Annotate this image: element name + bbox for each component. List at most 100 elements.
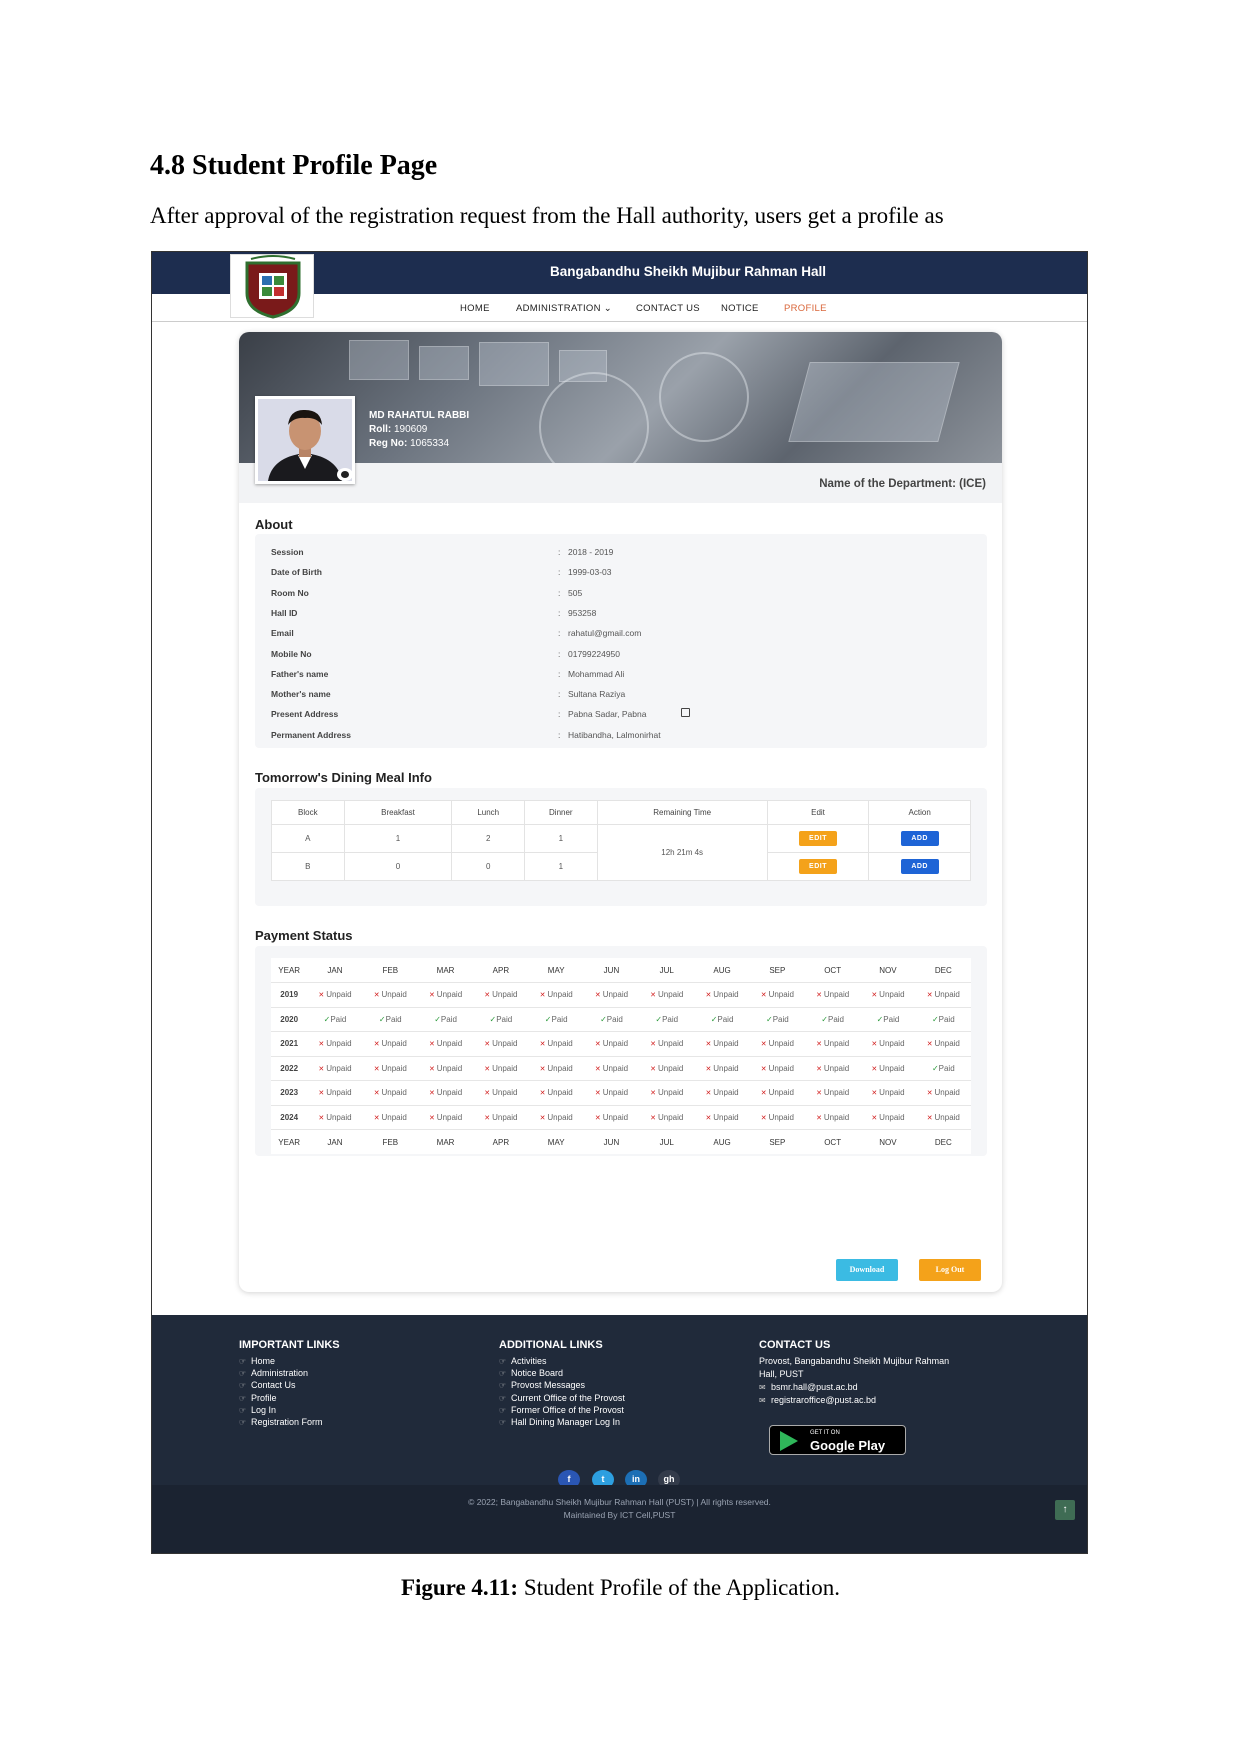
footer-link[interactable]: ☞ Provost Messages: [499, 1380, 585, 1390]
nav-profile[interactable]: PROFILE: [784, 303, 827, 314]
footer-link[interactable]: ☞ Home: [239, 1356, 275, 1366]
payment-row: 2019 Unpaid Unpaid Unpaid Unpaid Unpaid Unpaid…: [271, 982, 971, 1008]
month-header: MAY: [547, 1137, 565, 1147]
month-header: DEC: [915, 958, 971, 983]
payment-status-cell: Unpaid: [528, 982, 584, 1008]
unpaid-status: Unpaid: [761, 1039, 794, 1048]
payment-year: 2023: [271, 1080, 308, 1106]
payment-status-cell: Unpaid: [694, 1080, 750, 1106]
unpaid-status: Unpaid: [484, 1064, 517, 1073]
year-header: YEAR: [271, 958, 308, 983]
footer-link-text: Current Office of the Provost: [511, 1392, 625, 1403]
payment-year: 2024: [271, 1105, 308, 1130]
unpaid-status: Unpaid: [429, 1113, 462, 1122]
about-value: 01799224950: [568, 648, 621, 659]
nav-home[interactable]: HOME: [460, 303, 490, 314]
scroll-to-top-button[interactable]: ↑: [1055, 1500, 1075, 1520]
paid-status: Paid: [545, 1015, 568, 1024]
unpaid-status: Unpaid: [705, 990, 738, 999]
unpaid-status: Unpaid: [318, 1113, 351, 1122]
footer-link[interactable]: ☞ Profile: [239, 1393, 277, 1403]
hand-pointer-icon: ☞: [239, 1405, 247, 1415]
about-value: 505: [568, 587, 583, 598]
about-panel: Session:2018 - 2019 Date of Birth:1999-03…: [255, 534, 987, 748]
unpaid-status: Unpaid: [484, 1088, 517, 1097]
nav-administration-label: ADMINISTRATION: [516, 303, 601, 314]
edit-meal-button[interactable]: EDIT: [799, 859, 838, 874]
footer-link[interactable]: ☞ Current Office of the Provost: [499, 1393, 625, 1403]
edit-meal-button[interactable]: EDIT: [799, 831, 838, 846]
edit-address-icon[interactable]: [681, 708, 690, 718]
footer-link[interactable]: ☞ Hall Dining Manager Log In: [499, 1417, 620, 1427]
payment-status-cell: Unpaid: [860, 982, 916, 1008]
add-meal-button[interactable]: ADD: [900, 859, 939, 874]
hand-pointer-icon: ☞: [239, 1357, 247, 1366]
gplay-small-text: GET IT ON: [810, 1430, 840, 1436]
nav-administration[interactable]: ADMINISTRATION ⌄: [516, 303, 612, 314]
document-heading: 4.8 Student Profile Page: [150, 150, 438, 181]
download-button[interactable]: Download: [836, 1259, 898, 1281]
payment-status-cell: Unpaid: [860, 1056, 916, 1081]
meal-cell-block: B: [271, 852, 345, 881]
unpaid-status: Unpaid: [429, 1039, 462, 1048]
footer-link-text: Home: [251, 1356, 276, 1366]
contact-email-2[interactable]: ✉ registraroffice@pust.ac.bd: [759, 1395, 876, 1405]
about-row: Email: rahatul@gmail.com: [271, 628, 971, 644]
payment-status-cell: Paid: [749, 1007, 805, 1032]
payment-status-cell: Unpaid: [639, 1056, 695, 1081]
envelope-icon: ✉: [759, 1396, 766, 1405]
about-row: Date of Birth:1999-03-03: [271, 567, 971, 583]
footer-link[interactable]: ☞ Administration: [239, 1368, 308, 1378]
payment-status-cell: Unpaid: [749, 982, 805, 1008]
payment-status-cell: Paid: [583, 1007, 640, 1032]
footer-link[interactable]: ☞ Notice Board: [499, 1368, 563, 1378]
about-row: Hall ID:953258: [271, 608, 971, 624]
footer-link[interactable]: ☞ Contact Us: [239, 1380, 296, 1390]
payment-status-cell: Unpaid: [583, 1080, 640, 1106]
unpaid-status: Unpaid: [429, 1064, 462, 1073]
payment-status-cell: Unpaid: [583, 1031, 640, 1057]
reg-label: Reg No:: [369, 438, 408, 449]
student-reg: Reg No: 1065334: [369, 438, 449, 449]
about-colon: :: [558, 689, 561, 700]
footer-link[interactable]: ☞ Log In: [239, 1405, 276, 1415]
logout-button[interactable]: Log Out: [919, 1259, 981, 1281]
unpaid-status: Unpaid: [871, 1064, 904, 1073]
nav-notice[interactable]: NOTICE: [721, 303, 759, 314]
footer-link[interactable]: ☞ Former Office of the Provost: [499, 1405, 624, 1415]
month-header: JUN: [603, 1137, 620, 1147]
meal-cell-breakfast: 1: [343, 824, 453, 853]
google-play-badge[interactable]: GET IT ON Google Play: [769, 1425, 906, 1455]
unpaid-status: Unpaid: [374, 1088, 407, 1097]
paid-status: Paid: [932, 1015, 955, 1024]
payment-title: Payment Status: [255, 928, 353, 943]
about-label: Session: [271, 547, 304, 557]
payment-status-cell: Paid: [915, 1007, 971, 1032]
payment-status-cell: Unpaid: [473, 1056, 529, 1081]
add-meal-button[interactable]: ADD: [900, 831, 939, 846]
payment-year: 2019: [271, 982, 308, 1008]
month-header: JAN: [307, 958, 363, 983]
payment-row: 2020 Paid Paid Paid Paid Paid Paid Paid Paid Paid…: [271, 1007, 971, 1032]
screenshot-frame: Bangabandhu Sheikh Mujibur Rahman Hall H…: [151, 251, 1088, 1554]
unpaid-status: Unpaid: [595, 1088, 628, 1097]
nav-contact-us[interactable]: CONTACT US: [636, 303, 700, 314]
payment-status-cell: Unpaid: [362, 1080, 418, 1106]
about-colon: :: [558, 547, 561, 557]
payment-status-cell: Unpaid: [694, 1031, 750, 1057]
hall-logo[interactable]: [230, 254, 314, 319]
month-header: JAN: [327, 1137, 343, 1147]
meal-header-cell: Remaining Time: [596, 800, 768, 825]
about-value: 1999-03-03: [568, 567, 612, 578]
paid-status: Paid: [877, 1015, 900, 1024]
footer-link[interactable]: ☞ Registration Form: [239, 1417, 323, 1427]
payment-status-cell: Unpaid: [749, 1105, 805, 1130]
unpaid-status: Unpaid: [650, 1113, 683, 1122]
footer-link[interactable]: ☞ Activities: [499, 1356, 547, 1366]
unpaid-status: Unpaid: [595, 1064, 628, 1073]
contact-email-1[interactable]: ✉ bsmr.hall@pust.ac.bd: [759, 1382, 858, 1392]
camera-icon[interactable]: [337, 468, 353, 481]
additional-links-title: ADDITIONAL LINKS: [499, 1339, 603, 1351]
payment-status-cell: Paid: [528, 1007, 584, 1032]
about-label: Room No: [271, 587, 309, 598]
